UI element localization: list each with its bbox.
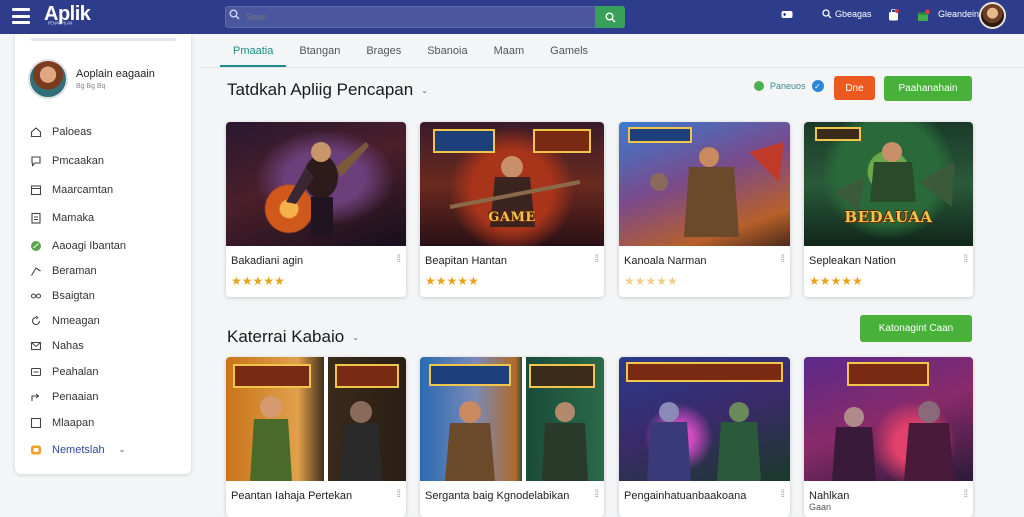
sidebar-item-calendar[interactable]: Maarcamtan (29, 183, 113, 196)
home-icon (29, 125, 42, 138)
sidebar-item-links[interactable]: Bsaigtan (29, 289, 95, 302)
profile-subtitle: Bg Bg Bq (76, 83, 106, 90)
more-options-icon[interactable]: ⁞⁞ (594, 254, 598, 265)
search-icon (605, 12, 615, 22)
app-card[interactable]: GAME Beapitan Hantan ⁞⁞ ★★★★★ (420, 122, 604, 297)
account-menu[interactable]: Gleandeinn (938, 9, 984, 19)
sidebar: Aoplain eagaain Bg Bg Bq Paloeas Pmcaaka… (15, 34, 191, 474)
app-card[interactable]: Nahlkan Gaan ⁞⁞ (804, 357, 973, 517)
app-card[interactable]: BEDAUAA Sepleakan Nation ⁞⁞ ★★★★★ (804, 122, 973, 297)
search-icon (229, 9, 240, 20)
square-icon (29, 416, 42, 429)
profile-name: Aoplain eagaain (76, 68, 155, 80)
link-icon (29, 289, 42, 302)
game-artwork (619, 357, 790, 481)
app-card[interactable]: Serganta baig Kgnodelabikan ⁞⁞ (420, 357, 604, 517)
app-card[interactable]: Peantan Iahaja Pertekan ⁞⁞ (226, 357, 406, 517)
green-action-button[interactable]: Paahanahain (884, 76, 972, 101)
status-dot-icon (754, 81, 764, 91)
app-card[interactable]: Bakadiani agin ⁞⁞ ★★★★★ (226, 122, 406, 297)
sidebar-item-chat[interactable]: Pmcaakan (29, 154, 104, 167)
orange-action-button[interactable]: Dne (834, 76, 875, 100)
section-title-top-apps: Tatdkah Apliig Pencapan ⌄ (227, 80, 428, 99)
game-artwork (226, 122, 406, 246)
refresh-icon (29, 314, 42, 327)
calendar-icon (29, 183, 42, 196)
sidebar-item-refresh[interactable]: Nmeagan (29, 314, 100, 327)
leaf-icon (29, 239, 42, 252)
star-rating: ★★★★★ (425, 274, 479, 288)
card-icon (29, 365, 42, 378)
more-options-icon[interactable]: ⁞⁞ (396, 254, 400, 265)
tab-pmaatia[interactable]: Pmaatia (220, 37, 287, 67)
share-icon (29, 390, 42, 403)
tabs-divider (200, 67, 1024, 68)
account-name: Gleandeinn (938, 9, 985, 19)
user-avatar[interactable] (979, 2, 1006, 29)
sidebar-item-leaf[interactable]: Aaoagi Ibantan (29, 239, 126, 252)
chat-icon (29, 154, 42, 167)
game-artwork: BEDAUAA (804, 122, 973, 246)
star-rating: ★★★★★ (809, 274, 863, 288)
games-link-label: Gbeagas (835, 9, 872, 19)
sidebar-item-documents[interactable]: Mamaka (29, 211, 94, 224)
tag-icon (29, 264, 42, 277)
tab-maam[interactable]: Maam (481, 37, 538, 67)
sidebar-item-square[interactable]: Mlaapan (29, 416, 94, 429)
sidebar-handle (31, 38, 176, 41)
star-rating: ★★★★★ (624, 274, 678, 288)
app-card[interactable]: Kanoala Narman ⁞⁞ ★★★★★ (619, 122, 790, 297)
gamepad-button[interactable] (781, 9, 796, 19)
sidebar-item-tags[interactable]: Beraman (29, 264, 97, 277)
bag-icon (889, 9, 899, 21)
check-icon: ✓ (811, 80, 824, 92)
game-artwork (619, 122, 790, 246)
category-tabs: Pmaatia Btangan Brages Sbanoia Maam Game… (220, 37, 601, 67)
bag-button[interactable] (888, 9, 899, 21)
green-category-button[interactable]: Katonagint Caan (860, 315, 972, 342)
more-options-icon[interactable]: ⁞⁞ (963, 254, 967, 265)
sidebar-item-share[interactable]: Penaaian (29, 390, 99, 403)
gift-notification[interactable] (917, 9, 930, 22)
sidebar-item-home[interactable]: Paloeas (29, 125, 92, 138)
coin-icon (29, 443, 42, 456)
games-link[interactable]: Gbeagas (822, 9, 872, 19)
filter-toggle[interactable]: Paneuos ✓ (754, 80, 824, 92)
game-artwork: GAME (420, 122, 604, 246)
chevron-down-icon[interactable]: ⌄ (119, 445, 126, 454)
profile-avatar[interactable] (28, 59, 68, 99)
more-options-icon[interactable]: ⁞⁞ (780, 254, 784, 265)
bell-gift-icon (917, 9, 930, 21)
mail-icon (29, 339, 42, 352)
star-rating: ★★★★★ (231, 274, 285, 288)
game-artwork (804, 357, 973, 481)
game-artwork (226, 357, 406, 481)
sidebar-item-mail[interactable]: Nahas (29, 339, 84, 352)
search-sm-icon (822, 9, 832, 19)
chevron-down-icon[interactable]: ⌄ (421, 86, 428, 95)
more-options-icon[interactable]: ⁞⁞ (780, 489, 784, 500)
sidebar-item-nemetslah[interactable]: Nemetslah ⌄ (29, 443, 125, 456)
top-bar: Aplik ᴾᴱᴺᴬᴹᴾᴵᴸᴬᴺ Gbeagas Gleandeinn (0, 0, 1024, 34)
app-logo-subtitle: ᴾᴱᴺᴬᴹᴾᴵᴸᴬᴺ (48, 22, 73, 28)
more-options-icon[interactable]: ⁞⁞ (396, 489, 400, 500)
tab-btangan[interactable]: Btangan (286, 37, 353, 67)
search-button[interactable] (595, 6, 625, 28)
tab-sbanoia[interactable]: Sbanoia (414, 37, 480, 67)
gamepad-icon (781, 11, 793, 18)
chevron-down-icon[interactable]: ⌄ (352, 333, 359, 342)
more-options-icon[interactable]: ⁞⁞ (594, 489, 598, 500)
search-input[interactable] (246, 6, 591, 28)
app-card[interactable]: Pengainhatuanbaakoana ⁞⁞ (619, 357, 790, 517)
sidebar-item-cards[interactable]: Peahalan (29, 365, 99, 378)
more-options-icon[interactable]: ⁞⁞ (963, 489, 967, 500)
tab-gamels[interactable]: Gamels (537, 37, 601, 67)
section-title-categories: Katerrai Kabaio ⌄ (227, 327, 359, 346)
menu-icon[interactable] (12, 8, 30, 24)
doc-icon (29, 211, 42, 224)
tab-brages[interactable]: Brages (353, 37, 414, 67)
game-artwork (420, 357, 604, 481)
